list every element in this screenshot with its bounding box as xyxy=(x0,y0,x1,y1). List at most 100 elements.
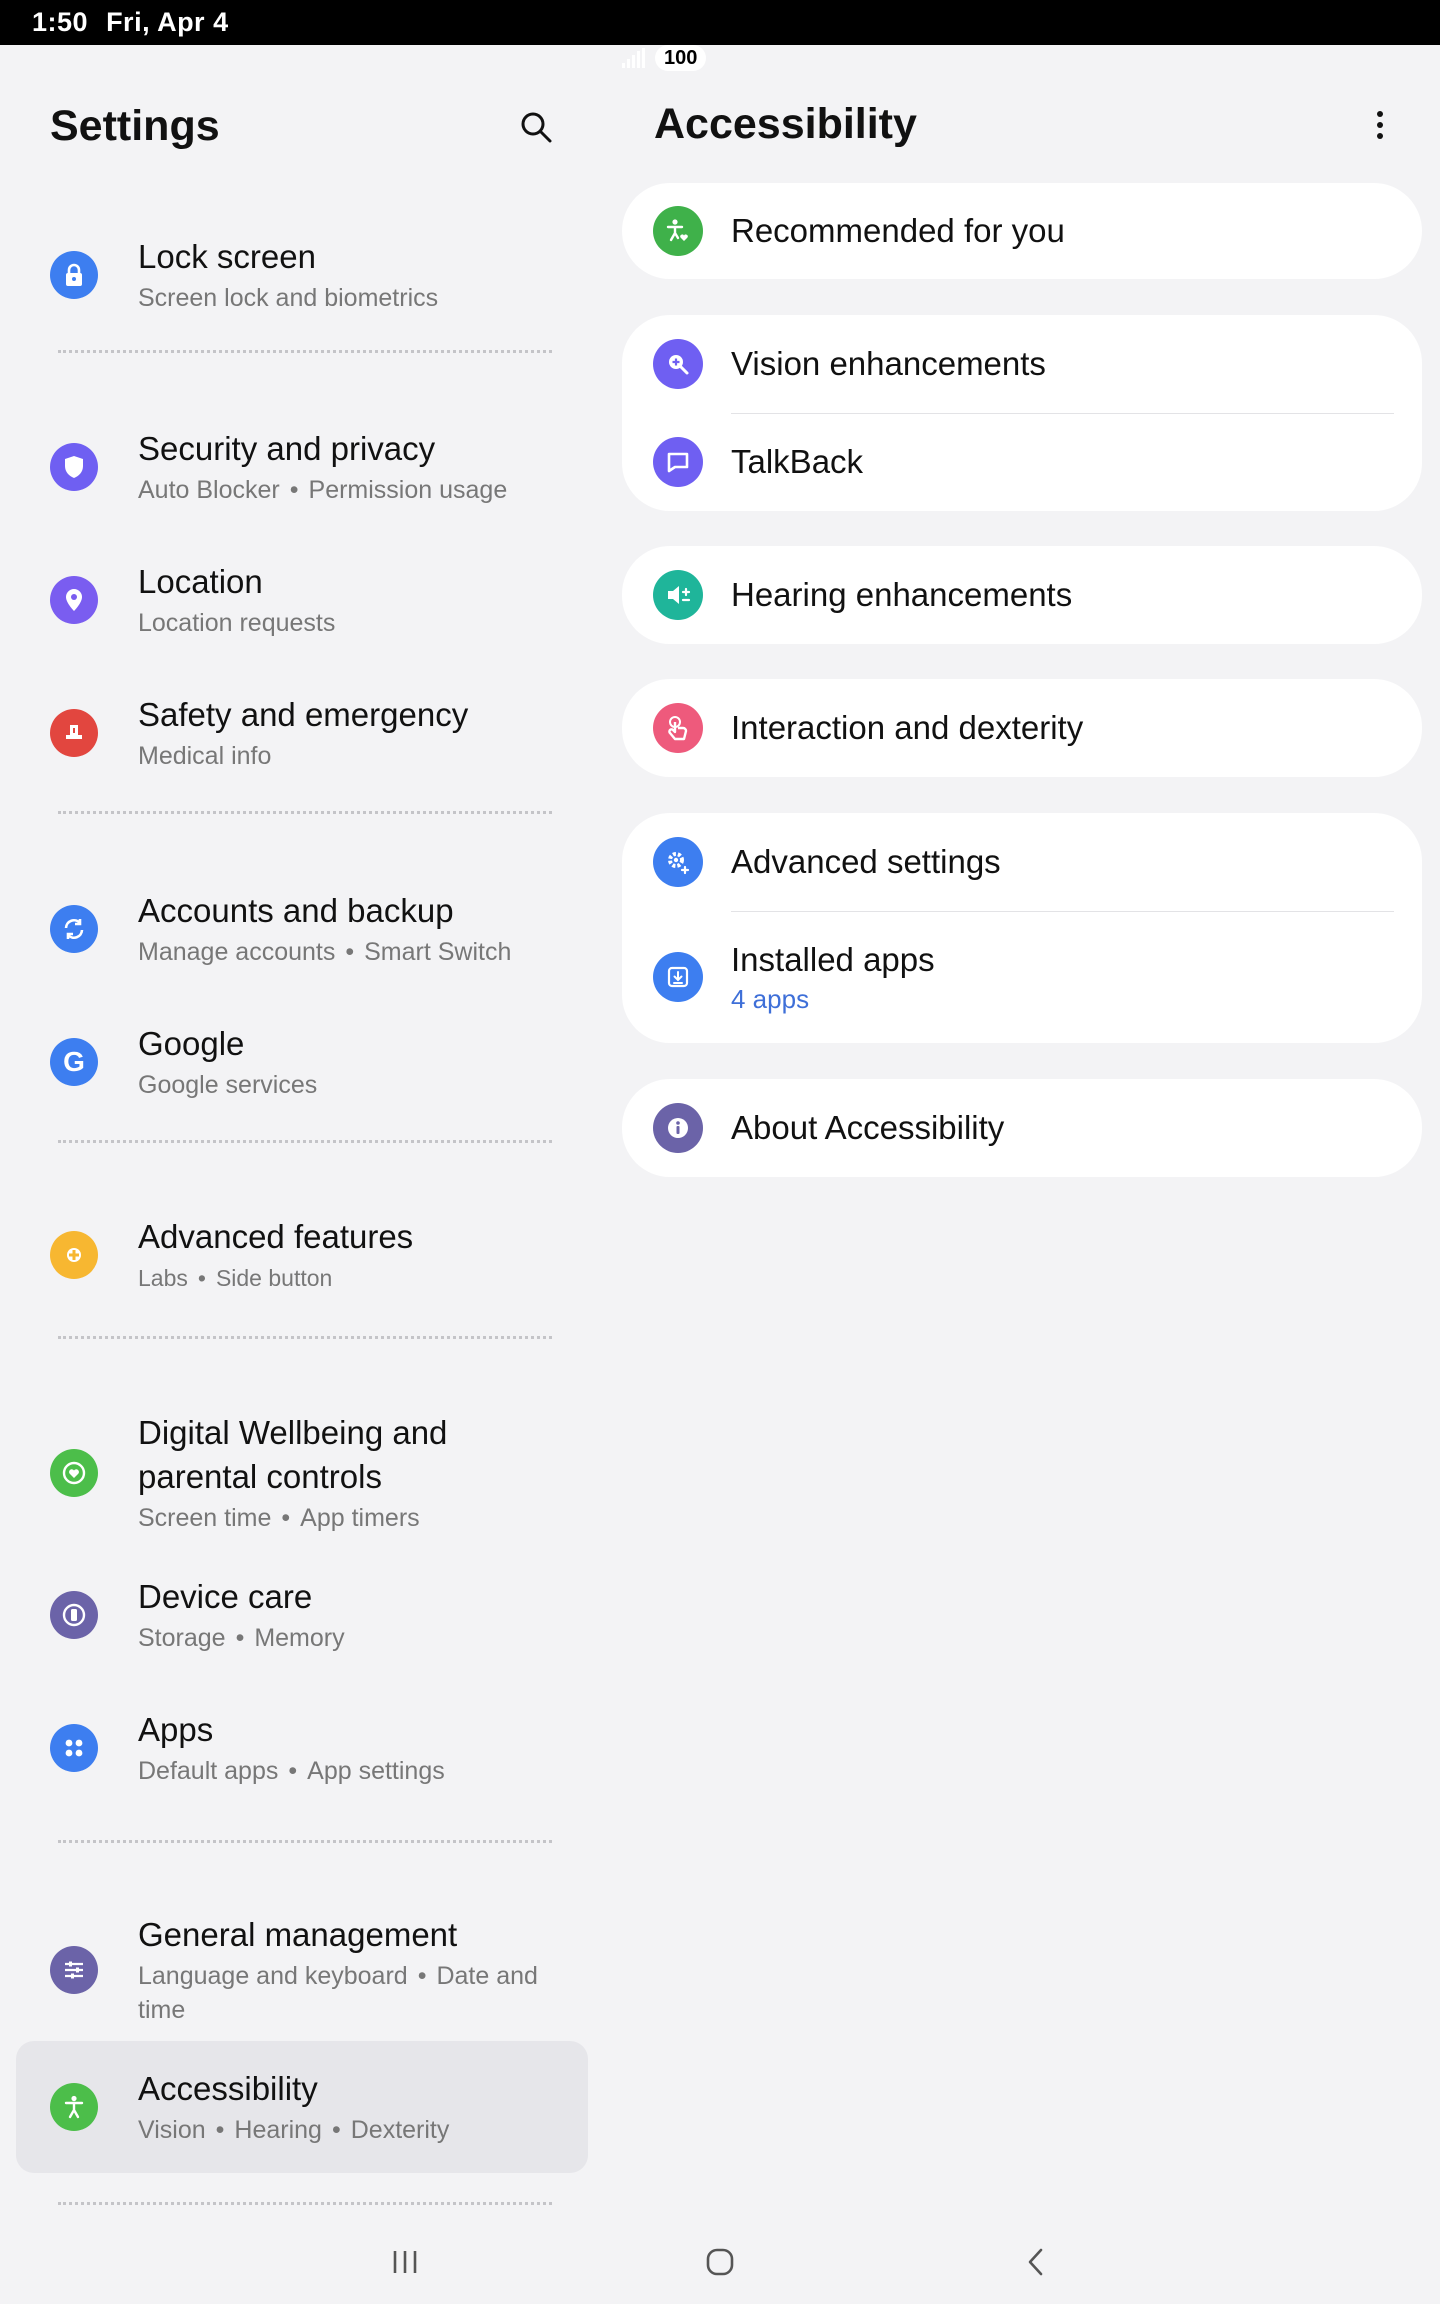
installed-apps-item[interactable]: Installed apps 4 apps xyxy=(622,911,1422,1043)
settings-item-subtitle: Default apps • App settings xyxy=(138,1757,445,1785)
talkback-item[interactable]: TalkBack xyxy=(622,413,1422,511)
settings-item-title: Accessibility xyxy=(138,2070,318,2107)
lock-icon xyxy=(50,251,98,299)
about-accessibility-item[interactable]: About Accessibility xyxy=(622,1079,1422,1177)
settings-item-accessibility[interactable]: Accessibility Vision • Hearing • Dexterity xyxy=(16,2041,588,2173)
puzzle-gear-icon xyxy=(50,1231,98,1279)
settings-item-title: Security and privacy xyxy=(138,430,436,467)
system-navigation-bar xyxy=(0,2220,1440,2304)
settings-item-location[interactable]: Location Location requests xyxy=(16,530,588,670)
settings-item-subtitle: Storage • Memory xyxy=(138,1624,345,1652)
settings-item-digital-wellbeing[interactable]: Digital Wellbeing and parental controls … xyxy=(16,1380,588,1565)
location-pin-icon xyxy=(50,576,98,624)
item-label: Hearing enhancements xyxy=(731,576,1073,613)
emergency-icon xyxy=(50,709,98,757)
settings-item-apps[interactable]: Apps Default apps • App settings xyxy=(16,1678,588,1818)
signal-icon xyxy=(622,48,645,68)
more-options-button[interactable] xyxy=(1358,103,1402,147)
interaction-dexterity-item[interactable]: Interaction and dexterity xyxy=(622,679,1422,777)
sync-icon xyxy=(50,905,98,953)
accessibility-header: Accessibility xyxy=(654,100,1422,149)
download-box-icon xyxy=(653,952,703,1002)
vision-enhancements-item[interactable]: Vision enhancements xyxy=(622,315,1422,413)
settings-item-title: Digital Wellbeing and parental controls xyxy=(138,1413,448,1495)
status-time: 1:50 Fri, Apr 4 xyxy=(32,7,229,38)
item-label: TalkBack xyxy=(731,443,864,480)
settings-item-title: Safety and emergency xyxy=(138,696,469,733)
settings-item-subtitle: Auto Blocker • Permission usage xyxy=(138,476,508,504)
battery-icon: 100 xyxy=(655,45,707,71)
settings-item-google[interactable]: G Google Google services xyxy=(16,992,588,1132)
settings-item-subtitle: Screen time • App timers xyxy=(138,1503,420,1532)
info-icon xyxy=(653,1103,703,1153)
settings-item-subtitle: Manage accounts • Smart Switch xyxy=(138,938,512,966)
item-label: Recommended for you xyxy=(731,212,1065,249)
settings-item-security-privacy[interactable]: Security and privacy Auto Blocker • Permis… xyxy=(16,397,588,537)
hearing-enhancements-item[interactable]: Hearing enhancements xyxy=(622,546,1422,644)
accessibility-person-icon xyxy=(50,2083,98,2131)
row-divider xyxy=(731,413,1394,414)
home-button[interactable] xyxy=(698,2242,742,2282)
settings-item-lock-screen[interactable]: Lock screen Screen lock and biometrics xyxy=(16,205,588,345)
section-divider xyxy=(58,1140,552,1143)
device-care-icon xyxy=(50,1591,98,1639)
item-label: Advanced settings xyxy=(731,843,1001,880)
settings-list-pane: Settings Lock screen Screen lock and bio… xyxy=(0,45,600,2225)
clock-time: 1:50 xyxy=(32,7,89,37)
settings-item-title: Device care xyxy=(138,1578,313,1615)
item-label: Interaction and dexterity xyxy=(731,709,1084,746)
back-icon xyxy=(1028,2248,1043,2276)
card-hearing: Hearing enhancements xyxy=(622,546,1422,644)
card-advanced: Advanced settings Installed apps 4 apps xyxy=(622,813,1422,1043)
settings-item-title: Lock screen xyxy=(138,238,316,275)
section-divider xyxy=(58,811,552,814)
card-interaction: Interaction and dexterity xyxy=(622,679,1422,777)
recents-button[interactable] xyxy=(383,2242,427,2282)
settings-item-subtitle: Vision • Hearing • Dexterity xyxy=(138,2116,450,2144)
item-label: Installed apps xyxy=(731,941,935,978)
section-divider xyxy=(58,1336,552,1339)
clock-date: Fri, Apr 4 xyxy=(106,7,229,37)
shield-icon xyxy=(50,443,98,491)
settings-item-title: Apps xyxy=(138,1711,214,1748)
settings-item-subtitle: Language and keyboard • Date and time xyxy=(138,1962,538,2024)
card-about: About Accessibility xyxy=(622,1079,1422,1177)
talkback-chat-icon xyxy=(653,437,703,487)
status-icons: 100 xyxy=(622,45,1422,71)
back-button[interactable] xyxy=(1014,2242,1058,2282)
settings-item-subtitle: Medical info xyxy=(138,742,272,770)
speaker-icon xyxy=(653,570,703,620)
settings-item-subtitle: Labs • Side button xyxy=(138,1265,333,1291)
section-divider xyxy=(58,350,552,353)
settings-item-title: Google xyxy=(138,1025,245,1062)
settings-item-subtitle: Google services xyxy=(138,1071,318,1099)
touch-hand-icon xyxy=(653,703,703,753)
google-icon: G xyxy=(50,1038,98,1086)
recommended-for-you-item[interactable]: Recommended for you xyxy=(622,183,1422,279)
magnifier-plus-icon xyxy=(653,339,703,389)
item-label: Vision enhancements xyxy=(731,345,1046,382)
row-divider xyxy=(731,911,1394,912)
accessibility-title: Accessibility xyxy=(654,100,917,148)
advanced-settings-item[interactable]: Advanced settings xyxy=(622,813,1422,911)
settings-item-title: Accounts and backup xyxy=(138,892,454,929)
sliders-icon xyxy=(50,1946,98,1994)
settings-item-title: General management xyxy=(138,1916,458,1953)
settings-item-title: Advanced features xyxy=(138,1218,414,1255)
wellbeing-heart-icon xyxy=(50,1448,98,1497)
settings-item-device-care[interactable]: Device care Storage • Memory xyxy=(16,1545,588,1685)
settings-header: Settings xyxy=(50,102,570,151)
recents-icon xyxy=(393,2251,417,2273)
item-sublabel: 4 apps xyxy=(731,984,810,1014)
settings-item-safety-emergency[interactable]: Safety and emergency Medical info xyxy=(16,663,588,803)
card-vision: Vision enhancements TalkBack xyxy=(622,315,1422,511)
settings-item-title: Location xyxy=(138,563,263,600)
section-divider xyxy=(58,1840,552,1843)
settings-item-general-management[interactable]: General management Language and keyboard… xyxy=(16,1885,588,2055)
home-icon xyxy=(706,2248,734,2276)
apps-grid-icon xyxy=(50,1724,98,1772)
settings-item-advanced-features[interactable]: Advanced features Labs • Side button xyxy=(16,1185,588,1325)
more-vertical-icon xyxy=(1377,110,1383,139)
settings-item-accounts-backup[interactable]: Accounts and backup Manage accounts • Smar… xyxy=(16,859,588,999)
search-button[interactable] xyxy=(514,105,558,149)
